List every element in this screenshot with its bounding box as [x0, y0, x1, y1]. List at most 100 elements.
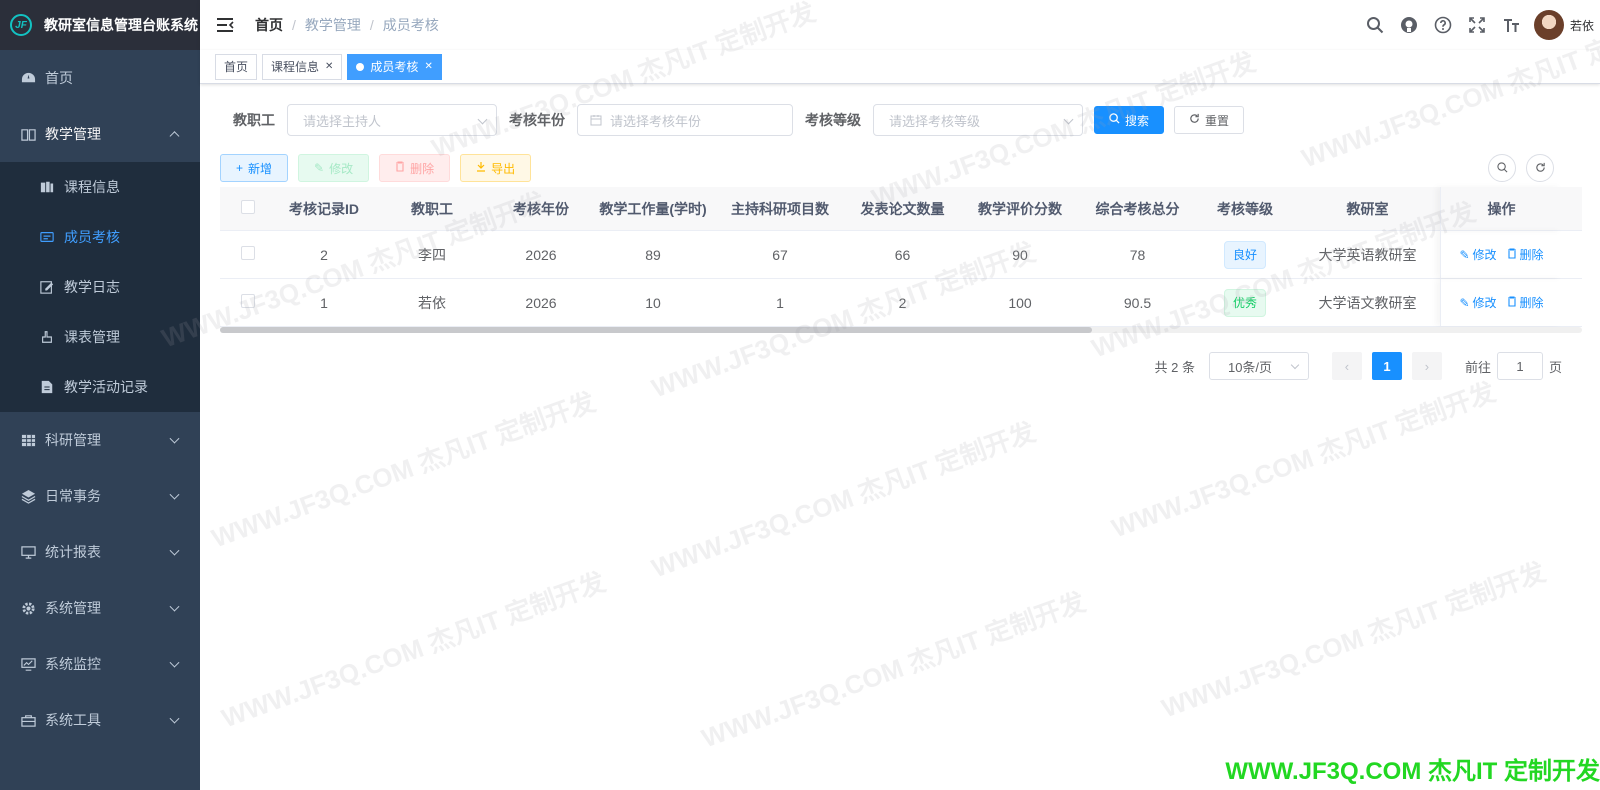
- cell-eval: 90: [1012, 246, 1028, 263]
- close-icon[interactable]: ✕: [325, 55, 333, 79]
- staff-select[interactable]: 请选择主持人: [287, 104, 497, 136]
- hamburger-icon[interactable]: [200, 0, 250, 50]
- cell-operations: ✎ 修改 删除: [1440, 279, 1562, 326]
- sidebar-item-schedule[interactable]: 课表管理: [0, 312, 200, 362]
- toggle-search-button[interactable]: [1488, 154, 1516, 182]
- chevron-left-icon: ‹: [1344, 358, 1350, 374]
- column-header: 主持科研项目数: [731, 200, 829, 217]
- row-delete-link[interactable]: 删除: [1507, 294, 1544, 311]
- search-icon: [1109, 113, 1120, 127]
- page-size-select[interactable]: 10条/页: [1208, 352, 1309, 380]
- export-button[interactable]: 导出: [460, 154, 532, 182]
- search-icon[interactable]: [1358, 0, 1392, 50]
- sidebar-item-daily-affairs[interactable]: 日常事务: [0, 468, 200, 524]
- download-icon: [476, 161, 486, 175]
- level-badge: 良好: [1223, 240, 1266, 269]
- edit-icon: ✎: [1459, 295, 1470, 310]
- fullscreen-icon[interactable]: [1460, 0, 1494, 50]
- username[interactable]: 若依: [1570, 17, 1594, 34]
- sidebar-item-activity-record[interactable]: 教学活动记录: [0, 362, 200, 412]
- tags-view: 首页 课程信息 ✕ 成员考核 ✕: [200, 50, 1600, 84]
- breadcrumb: 首页 / 教学管理 / 成员考核: [255, 15, 439, 35]
- edit-icon: ✎: [1459, 247, 1470, 262]
- avatar[interactable]: [1533, 10, 1564, 40]
- cell-year: 2026: [525, 246, 557, 263]
- sidebar-item-teaching-log[interactable]: 教学日志: [0, 262, 200, 312]
- logo[interactable]: JF 教研室信息管理台账系统: [0, 0, 200, 50]
- row-edit-link[interactable]: ✎ 修改: [1459, 246, 1496, 263]
- tag-label: 首页: [224, 59, 249, 74]
- plus-icon: +: [236, 161, 244, 175]
- sidebar-item-teaching[interactable]: 教学管理: [0, 106, 200, 162]
- sidebar-item-statistics[interactable]: 统计报表: [0, 524, 200, 580]
- breadcrumb-home[interactable]: 首页: [255, 15, 283, 35]
- document-icon: [40, 380, 54, 394]
- search-button[interactable]: 搜索: [1094, 106, 1165, 134]
- add-button[interactable]: + 新增: [220, 154, 289, 182]
- row-checkbox-cell: [220, 246, 275, 263]
- sidebar-item-label: 课程信息: [64, 179, 120, 195]
- cell-dept: 大学语文教研室: [1318, 294, 1417, 311]
- column-header: 发表论文数量: [860, 200, 945, 217]
- page-jumper: 前往 1 页: [1465, 352, 1562, 380]
- breadcrumb-teaching: 教学管理: [304, 17, 361, 33]
- tag-home[interactable]: 首页: [215, 53, 258, 80]
- prev-page-button[interactable]: ‹: [1331, 352, 1362, 380]
- sidebar-item-course-info[interactable]: 课程信息: [0, 162, 200, 212]
- refresh-table-button[interactable]: [1526, 154, 1554, 182]
- github-icon[interactable]: [1392, 0, 1426, 50]
- delete-button[interactable]: 删除: [379, 154, 451, 182]
- chevron-down-icon: [169, 601, 180, 612]
- year-picker[interactable]: 请选择考核年份: [577, 104, 793, 136]
- select-all-checkbox[interactable]: [240, 200, 255, 214]
- edit-icon: [40, 280, 54, 294]
- search-form: 教职工 请选择主持人 考核年份 请选择考核年份 考核等级 请选择考核等级 搜索: [220, 104, 1580, 136]
- logo-icon: JF: [10, 14, 32, 36]
- sidebar-item-member-assessment[interactable]: 成员考核: [0, 212, 200, 262]
- scrollbar-thumb[interactable]: [220, 327, 1092, 333]
- breadcrumb-separator: /: [369, 17, 374, 33]
- breadcrumb-separator: /: [292, 17, 296, 33]
- staff-label: 教职工: [233, 112, 275, 128]
- level-select[interactable]: 请选择考核等级: [873, 104, 1083, 136]
- reset-button[interactable]: 重置: [1174, 106, 1245, 134]
- column-header: 考核记录ID: [289, 200, 359, 217]
- edit-button[interactable]: ✎ 修改: [298, 154, 370, 182]
- row-edit-link[interactable]: ✎ 修改: [1459, 294, 1496, 311]
- page-number-current[interactable]: 1: [1371, 352, 1402, 380]
- sidebar-item-research[interactable]: 科研管理: [0, 412, 200, 468]
- select-all-checkbox-cell: [220, 200, 275, 217]
- reset-button-label: 重置: [1205, 113, 1230, 128]
- close-icon[interactable]: ✕: [424, 55, 432, 79]
- sidebar-item-label: 成员考核: [64, 229, 120, 245]
- table-header-row: 考核记录ID 教职工 考核年份 教学工作量(学时) 主持科研项目数 发表论文数量…: [220, 186, 1582, 231]
- goto-label: 前往: [1464, 359, 1491, 375]
- font-size-icon[interactable]: [1494, 0, 1528, 50]
- assessment-table: 考核记录ID 教职工 考核年份 教学工作量(学时) 主持科研项目数 发表论文数量…: [220, 186, 1582, 333]
- toolbar: + 新增 ✎ 修改 删除 导出: [220, 154, 1580, 182]
- trash-icon: [1507, 247, 1517, 262]
- sidebar-item-system-management[interactable]: 系统管理: [0, 580, 200, 636]
- tag-member-assessment[interactable]: 成员考核 ✕: [347, 53, 442, 80]
- app-title: 教研室信息管理台账系统: [44, 17, 198, 33]
- horizontal-scrollbar[interactable]: [220, 327, 1582, 333]
- sidebar-item-system-tools[interactable]: 系统工具: [0, 692, 200, 748]
- question-icon[interactable]: [1426, 0, 1460, 50]
- cell-projects: 1: [776, 294, 784, 311]
- row-checkbox[interactable]: [240, 246, 255, 260]
- next-page-button[interactable]: ›: [1411, 352, 1442, 380]
- goto-page-input[interactable]: 1: [1496, 352, 1543, 380]
- hand-icon: [40, 330, 54, 344]
- cell-papers: 2: [898, 294, 907, 311]
- row-checkbox[interactable]: [240, 294, 255, 308]
- sidebar-item-system-monitor[interactable]: 系统监控: [0, 636, 200, 692]
- sidebar-item-home[interactable]: 首页: [0, 50, 200, 106]
- tag-label: 成员考核: [370, 59, 419, 74]
- gear-icon: [20, 600, 36, 616]
- row-delete-link[interactable]: 删除: [1507, 246, 1544, 263]
- tag-course-info[interactable]: 课程信息 ✕: [262, 53, 343, 80]
- sidebar-item-label: 系统工具: [45, 712, 101, 728]
- table-row: 2 李四 2026 89 67 66 90 78 良好 大学英语教研室 ✎ 修改 …: [220, 231, 1582, 279]
- sidebar-item-label: 系统监控: [45, 656, 101, 672]
- column-header: 教研室: [1346, 200, 1389, 217]
